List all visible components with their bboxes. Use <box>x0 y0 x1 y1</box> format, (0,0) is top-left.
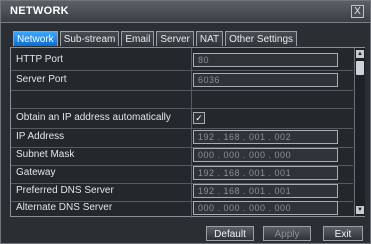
title-bar: NETWORK X <box>1 1 370 23</box>
tab-bar: Network Sub-stream Email Server NAT Othe… <box>13 31 299 46</box>
dhcp-label: Obtain an IP address automatically <box>16 112 171 123</box>
scroll-up-icon[interactable]: ▲ <box>356 50 364 58</box>
subnet-mask-label: Subnet Mask <box>16 149 75 160</box>
preferred-dns-row: Preferred DNS Server 192 . 168 . 001 . 0… <box>11 183 353 201</box>
gateway-row: Gateway 192 . 168 . 001 . 001 <box>11 165 353 183</box>
exit-button[interactable]: Exit <box>323 226 363 241</box>
http-port-row: HTTP Port 80 <box>11 52 353 70</box>
alternate-dns-row: Alternate DNS Server 000 . 000 . 000 . 0… <box>11 200 353 218</box>
gateway-label: Gateway <box>16 167 56 178</box>
dhcp-row: Obtain an IP address automatically ✓ <box>11 110 353 128</box>
tab-nat[interactable]: NAT <box>195 31 224 46</box>
tab-sub-stream[interactable]: Sub-stream <box>59 31 120 46</box>
row-divider <box>11 90 353 91</box>
subnet-mask-row: Subnet Mask 000 . 000 . 000 . 000 <box>11 147 353 165</box>
tab-other-settings[interactable]: Other Settings <box>225 31 298 46</box>
default-button[interactable]: Default <box>206 226 254 241</box>
server-port-row: Server Port 6036 <box>11 72 353 90</box>
server-port-field[interactable]: 6036 <box>193 73 338 87</box>
preferred-dns-field[interactable]: 192 . 168 . 001 . 001 <box>193 184 338 198</box>
tab-network[interactable]: Network <box>13 31 58 46</box>
ip-address-label: IP Address <box>16 131 65 142</box>
gateway-field[interactable]: 192 . 168 . 001 . 001 <box>193 166 338 180</box>
scroll-down-icon[interactable]: ▼ <box>356 206 364 214</box>
tab-server[interactable]: Server <box>156 31 194 46</box>
window-title: NETWORK <box>10 5 69 17</box>
server-port-label: Server Port <box>16 74 67 85</box>
subnet-mask-field[interactable]: 000 . 000 . 000 . 000 <box>193 148 338 162</box>
http-port-field[interactable]: 80 <box>193 53 338 67</box>
dhcp-checkbox[interactable]: ✓ <box>193 112 205 124</box>
alternate-dns-label: Alternate DNS Server <box>16 202 113 213</box>
scrollbar-thumb[interactable] <box>356 61 364 75</box>
preferred-dns-label: Preferred DNS Server <box>16 185 114 196</box>
close-button[interactable]: X <box>351 5 364 18</box>
network-dialog: NETWORK X Network Sub-stream Email Serve… <box>0 0 371 244</box>
scrollbar[interactable]: ▲ ▼ <box>354 48 365 216</box>
ip-address-field[interactable]: 192 . 168 . 001 . 002 <box>193 130 338 144</box>
tab-email[interactable]: Email <box>121 31 155 46</box>
row-divider <box>11 70 353 71</box>
settings-panel: HTTP Port 80 Server Port 6036 Obtain an … <box>10 47 365 218</box>
http-port-label: HTTP Port <box>16 54 64 65</box>
apply-button[interactable]: Apply <box>263 226 311 241</box>
ip-address-row: IP Address 192 . 168 . 001 . 002 <box>11 129 353 147</box>
row-divider <box>11 108 353 109</box>
alternate-dns-field[interactable]: 000 . 000 . 000 . 000 <box>193 201 338 215</box>
